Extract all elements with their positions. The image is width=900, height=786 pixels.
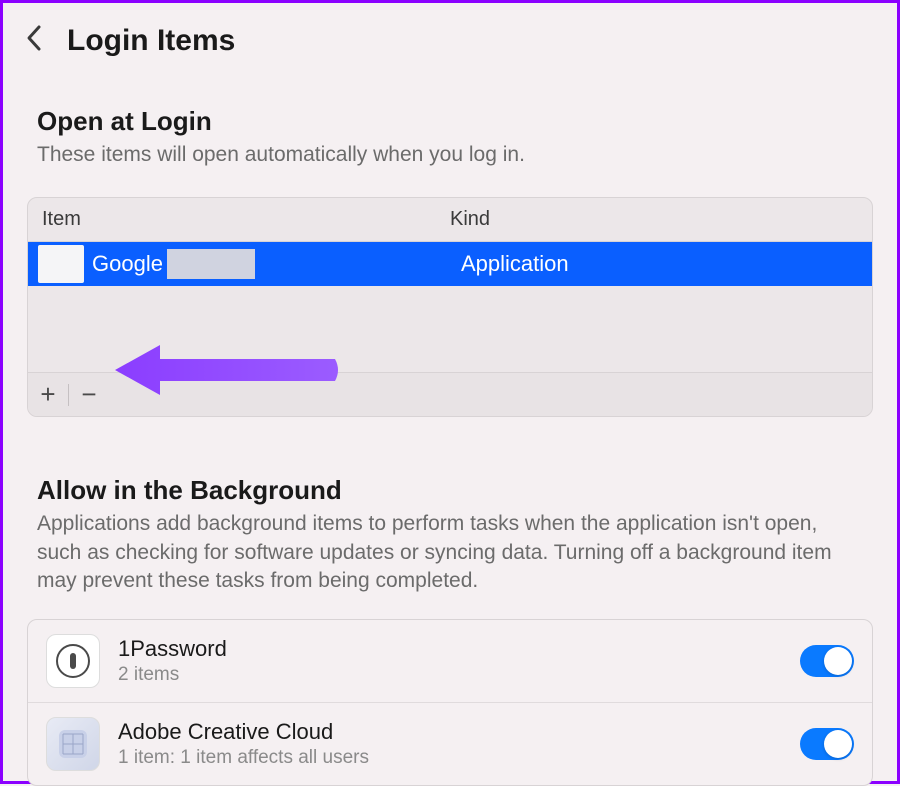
table-footer: + − xyxy=(28,372,872,416)
list-item-text: Adobe Creative Cloud 1 item: 1 item affe… xyxy=(118,719,782,769)
background-items-list: 1Password 2 items Adobe Creative Cloud 1… xyxy=(27,619,873,786)
open-at-login-description: These items will open automatically when… xyxy=(37,141,863,169)
redacted-text xyxy=(167,249,255,279)
toggle-knob xyxy=(824,647,852,675)
app-icon xyxy=(38,245,84,283)
page-title: Login Items xyxy=(67,24,235,58)
app-name: 1Password xyxy=(118,636,782,662)
allow-background-section: Allow in the Background Applications add… xyxy=(3,475,897,595)
row-item-text: Google xyxy=(92,251,163,277)
open-at-login-heading: Open at Login xyxy=(37,106,863,137)
toggle-adobe-cc[interactable] xyxy=(800,728,854,760)
allow-background-description: Applications add background items to per… xyxy=(37,510,863,595)
list-item: 1Password 2 items xyxy=(28,620,872,702)
list-item-text: 1Password 2 items xyxy=(118,636,782,686)
app-name: Adobe Creative Cloud xyxy=(118,719,782,745)
header: Login Items xyxy=(3,3,897,70)
table-body: Google Application xyxy=(28,242,872,372)
app-subtitle: 1 item: 1 item affects all users xyxy=(118,747,782,769)
app-subtitle: 2 items xyxy=(118,664,782,686)
open-at-login-section: Open at Login These items will open auto… xyxy=(3,106,897,169)
table-header: Item Kind xyxy=(28,198,872,242)
column-item[interactable]: Item xyxy=(42,208,450,231)
login-items-table: Item Kind Google Application + − xyxy=(27,197,873,417)
remove-button[interactable]: − xyxy=(69,373,109,417)
column-kind[interactable]: Kind xyxy=(450,208,858,231)
toggle-1password[interactable] xyxy=(800,645,854,677)
1password-icon xyxy=(46,634,100,688)
toggle-knob xyxy=(824,730,852,758)
back-button[interactable] xyxy=(25,23,43,60)
row-item-name: Google xyxy=(92,249,451,279)
adobe-cc-icon xyxy=(46,717,100,771)
row-item-kind: Application xyxy=(451,251,864,277)
list-item: Adobe Creative Cloud 1 item: 1 item affe… xyxy=(28,702,872,785)
table-row[interactable]: Google Application xyxy=(28,242,872,286)
add-button[interactable]: + xyxy=(28,373,68,417)
allow-background-heading: Allow in the Background xyxy=(37,475,863,506)
